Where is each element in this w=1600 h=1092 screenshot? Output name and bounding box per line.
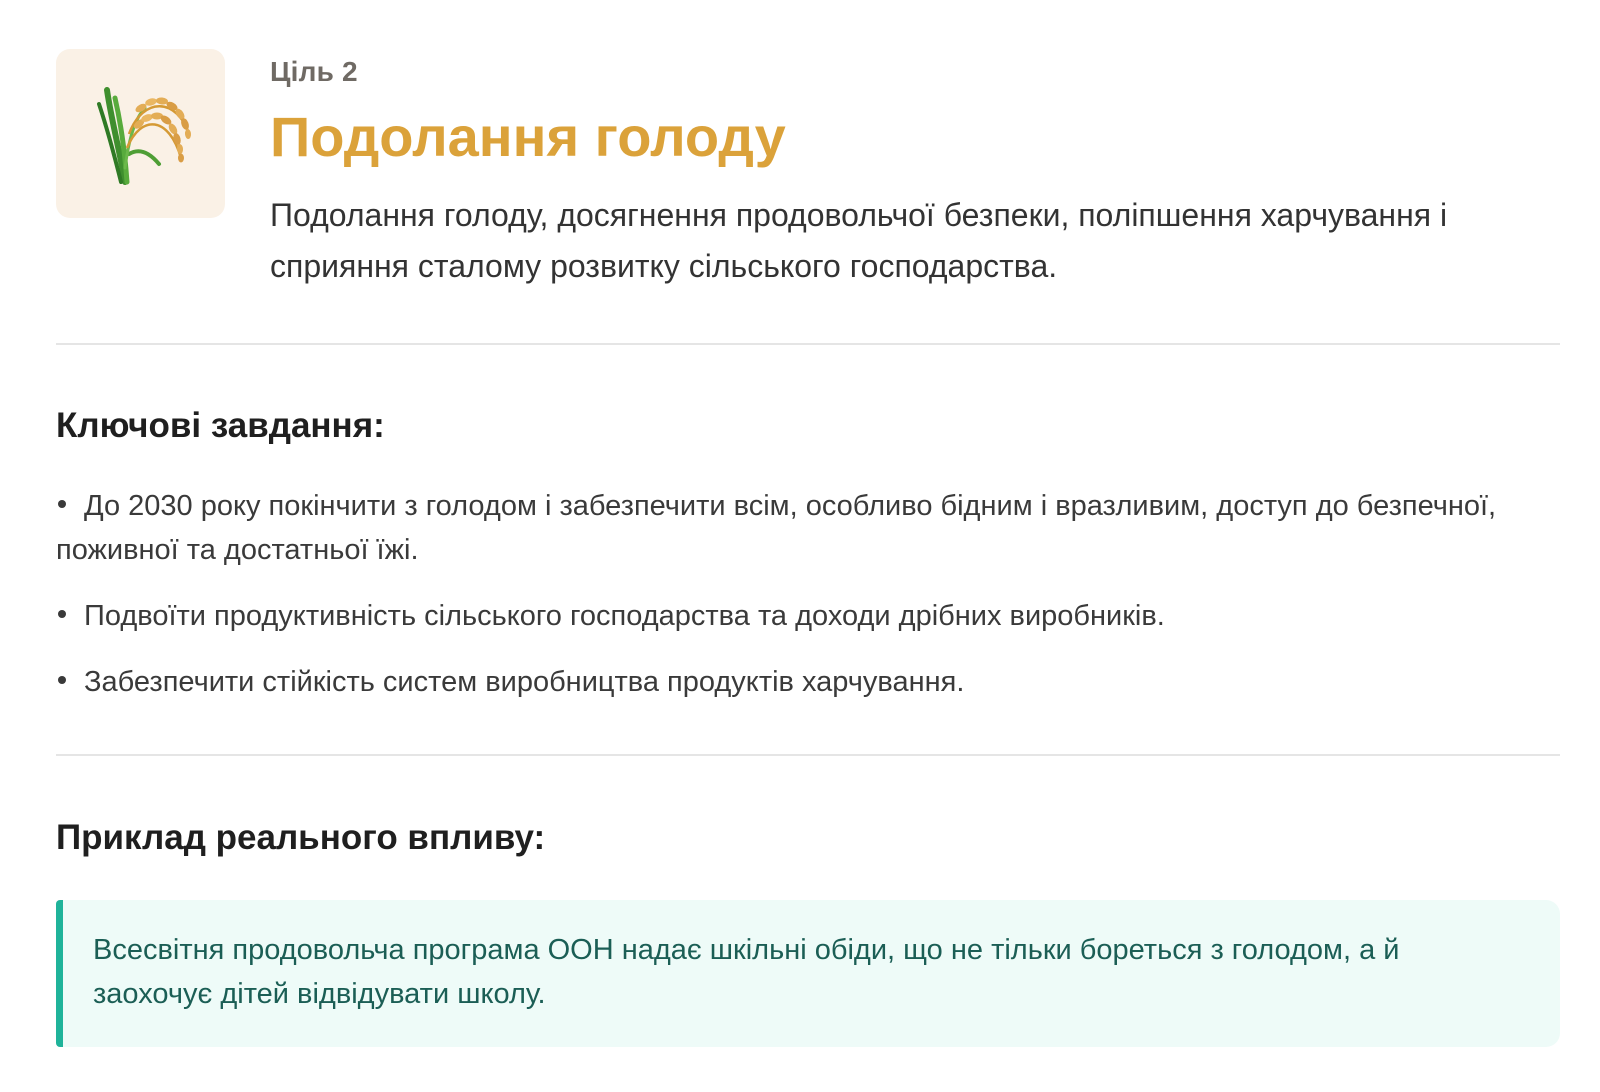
- goal-icon-tile: [56, 49, 225, 218]
- tasks-heading: Ключові завдання:: [56, 406, 385, 445]
- list-item: До 2030 року покінчити з голодом і забез…: [56, 484, 1560, 572]
- tasks-list: До 2030 року покінчити з голодом і забез…: [56, 484, 1560, 726]
- task-text: Забезпечити стійкість систем виробництва…: [84, 666, 965, 698]
- goal-header: Ціль 2 Подолання голоду Подолання голоду…: [56, 0, 1560, 340]
- list-item: Подвоїти продуктивність сільського госпо…: [56, 594, 1560, 638]
- goal-description: Подолання голоду, досягнення продовольчо…: [270, 197, 1448, 284]
- section-divider: [56, 343, 1560, 345]
- bullet-dot: [58, 676, 66, 685]
- bullet-dot: [58, 610, 66, 619]
- impact-callout: Всесвітня продовольча програма ООН надає…: [56, 900, 1560, 1047]
- list-item: Забезпечити стійкість систем виробництва…: [56, 660, 1560, 704]
- bullet-dot: [58, 500, 66, 509]
- impact-text: Всесвітня продовольча програма ООН надає…: [93, 934, 1400, 1010]
- rice-sheaf-icon: [96, 86, 191, 185]
- goal-number-label: Ціль 2: [270, 56, 358, 87]
- goal-card: Ціль 2 Подолання голоду Подолання голоду…: [56, 0, 1560, 1047]
- section-divider: [56, 754, 1560, 756]
- task-text: Подвоїти продуктивність сільського госпо…: [84, 600, 1165, 632]
- goal-title: Подолання голоду: [270, 105, 786, 168]
- impact-heading: Приклад реального впливу:: [56, 818, 546, 857]
- task-text: До 2030 року покінчити з голодом і забез…: [56, 490, 1497, 566]
